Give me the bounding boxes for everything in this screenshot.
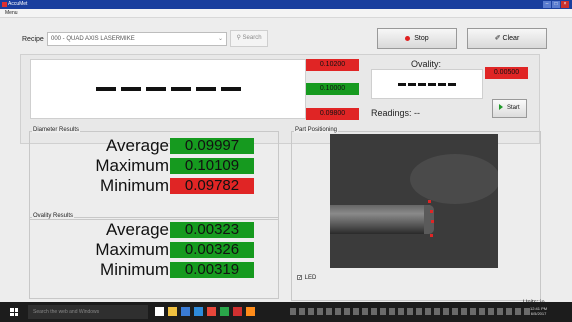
window-title: AccuMet — [8, 1, 28, 7]
camera-view — [330, 134, 498, 268]
ovality-results-title: Ovality Results — [32, 213, 75, 219]
readings-label: Readings: -- — [371, 108, 421, 118]
result-value: 0.00319 — [170, 262, 254, 278]
ovality-tolerance: 0.00500 — [485, 67, 528, 79]
stop-icon — [405, 35, 411, 41]
result-label: Maximum — [95, 240, 169, 259]
excel-icon[interactable] — [220, 307, 229, 316]
menu-bar: Menu — [0, 9, 572, 18]
part-image — [330, 205, 430, 234]
taskbar-clock[interactable]: 12:41 PM 6/5/2017 — [530, 306, 547, 316]
result-value: 0.00323 — [170, 222, 254, 238]
eraser-icon: ✐ — [494, 35, 501, 42]
chevron-down-icon: ⌄ — [217, 36, 223, 42]
stop-button-label: Stop — [414, 35, 429, 42]
upper-tolerance: 0.10200 — [306, 59, 359, 71]
checkbox-icon: ✓ — [297, 275, 303, 281]
recipe-value: 000 - QUAD AXIS LASERMIKE — [51, 36, 135, 42]
search-icon: ⚲ — [236, 35, 241, 41]
part-positioning-title: Part Positioning — [294, 127, 339, 133]
system-tray — [290, 308, 530, 315]
search-button[interactable]: ⚲ Search — [230, 30, 268, 47]
result-row: Average 0.09997 — [30, 137, 280, 155]
result-label: Maximum — [95, 156, 169, 175]
edge-marker — [430, 234, 433, 237]
ovality-label: Ovality: — [411, 59, 442, 69]
diameter-results-title: Diameter Results — [32, 127, 81, 133]
start-button[interactable]: Start — [492, 99, 527, 118]
play-icon — [499, 104, 504, 111]
ovality-display — [371, 69, 483, 99]
window-controls: – □ × — [543, 1, 569, 8]
result-row: Maximum 0.10109 — [30, 157, 280, 175]
search-button-label: Search — [242, 35, 262, 41]
windows-start-icon[interactable] — [10, 308, 18, 316]
result-row: Minimum 0.00319 — [30, 261, 280, 279]
result-value: 0.10109 — [170, 158, 254, 174]
clear-button-label: Clear — [502, 35, 520, 42]
result-label: Average — [105, 136, 169, 155]
edge-marker — [428, 200, 431, 203]
ovality-readout-placeholder — [372, 70, 482, 98]
stop-button[interactable]: Stop — [377, 28, 457, 49]
file-explorer-icon[interactable] — [168, 307, 177, 316]
result-value: 0.00326 — [170, 242, 254, 258]
nominal-value: 0.10000 — [306, 83, 359, 95]
result-label: Minimum — [100, 260, 169, 279]
menu-item[interactable]: Menu — [5, 10, 18, 16]
diameter-display — [30, 59, 306, 119]
result-row: Maximum 0.00326 — [30, 241, 280, 259]
result-value: 0.09997 — [170, 138, 254, 154]
app-icon — [2, 2, 7, 7]
led-checkbox[interactable]: ✓ LED — [297, 275, 316, 281]
recipe-select[interactable]: 000 - QUAD AXIS LASERMIKE ⌄ — [47, 32, 227, 46]
taskbar-search-placeholder: Search the web and Windows — [33, 309, 100, 315]
taskbar-search-input[interactable]: Search the web and Windows — [28, 305, 148, 319]
app-icon[interactable] — [233, 307, 242, 316]
maximize-button[interactable]: □ — [552, 1, 560, 8]
result-row: Average 0.00323 — [30, 221, 280, 239]
task-view-icon[interactable] — [155, 307, 164, 316]
recipe-label: Recipe — [22, 36, 44, 43]
close-button[interactable]: × — [561, 1, 569, 8]
diameter-readout-placeholder — [31, 60, 305, 118]
taskbar: Search the web and Windows 12:41 PM 6/5/… — [0, 302, 572, 322]
ovality-results-group: Ovality Results Average 0.00323 Maximum … — [29, 213, 280, 299]
taskbar-apps — [155, 307, 255, 316]
clock-date: 6/5/2017 — [530, 311, 547, 316]
edge-marker — [431, 220, 434, 223]
edge-marker — [430, 210, 433, 213]
led-label: LED — [304, 275, 317, 282]
diameter-results-group: Diameter Results Average 0.09997 Maximum… — [29, 127, 280, 220]
app-icon[interactable] — [246, 307, 255, 316]
chrome-icon[interactable] — [207, 307, 216, 316]
edge-icon[interactable] — [194, 307, 203, 316]
minimize-button[interactable]: – — [543, 1, 551, 8]
clear-button[interactable]: ✐ Clear — [467, 28, 547, 49]
result-label: Minimum — [100, 176, 169, 195]
result-value: 0.09782 — [170, 178, 254, 194]
start-button-label: Start — [507, 105, 520, 111]
result-row: Minimum 0.09782 — [30, 177, 280, 195]
title-bar: AccuMet – □ × — [0, 0, 572, 9]
camera-glare — [410, 154, 498, 204]
store-icon[interactable] — [181, 307, 190, 316]
lower-tolerance: 0.09800 — [306, 108, 359, 120]
result-label: Average — [105, 220, 169, 239]
